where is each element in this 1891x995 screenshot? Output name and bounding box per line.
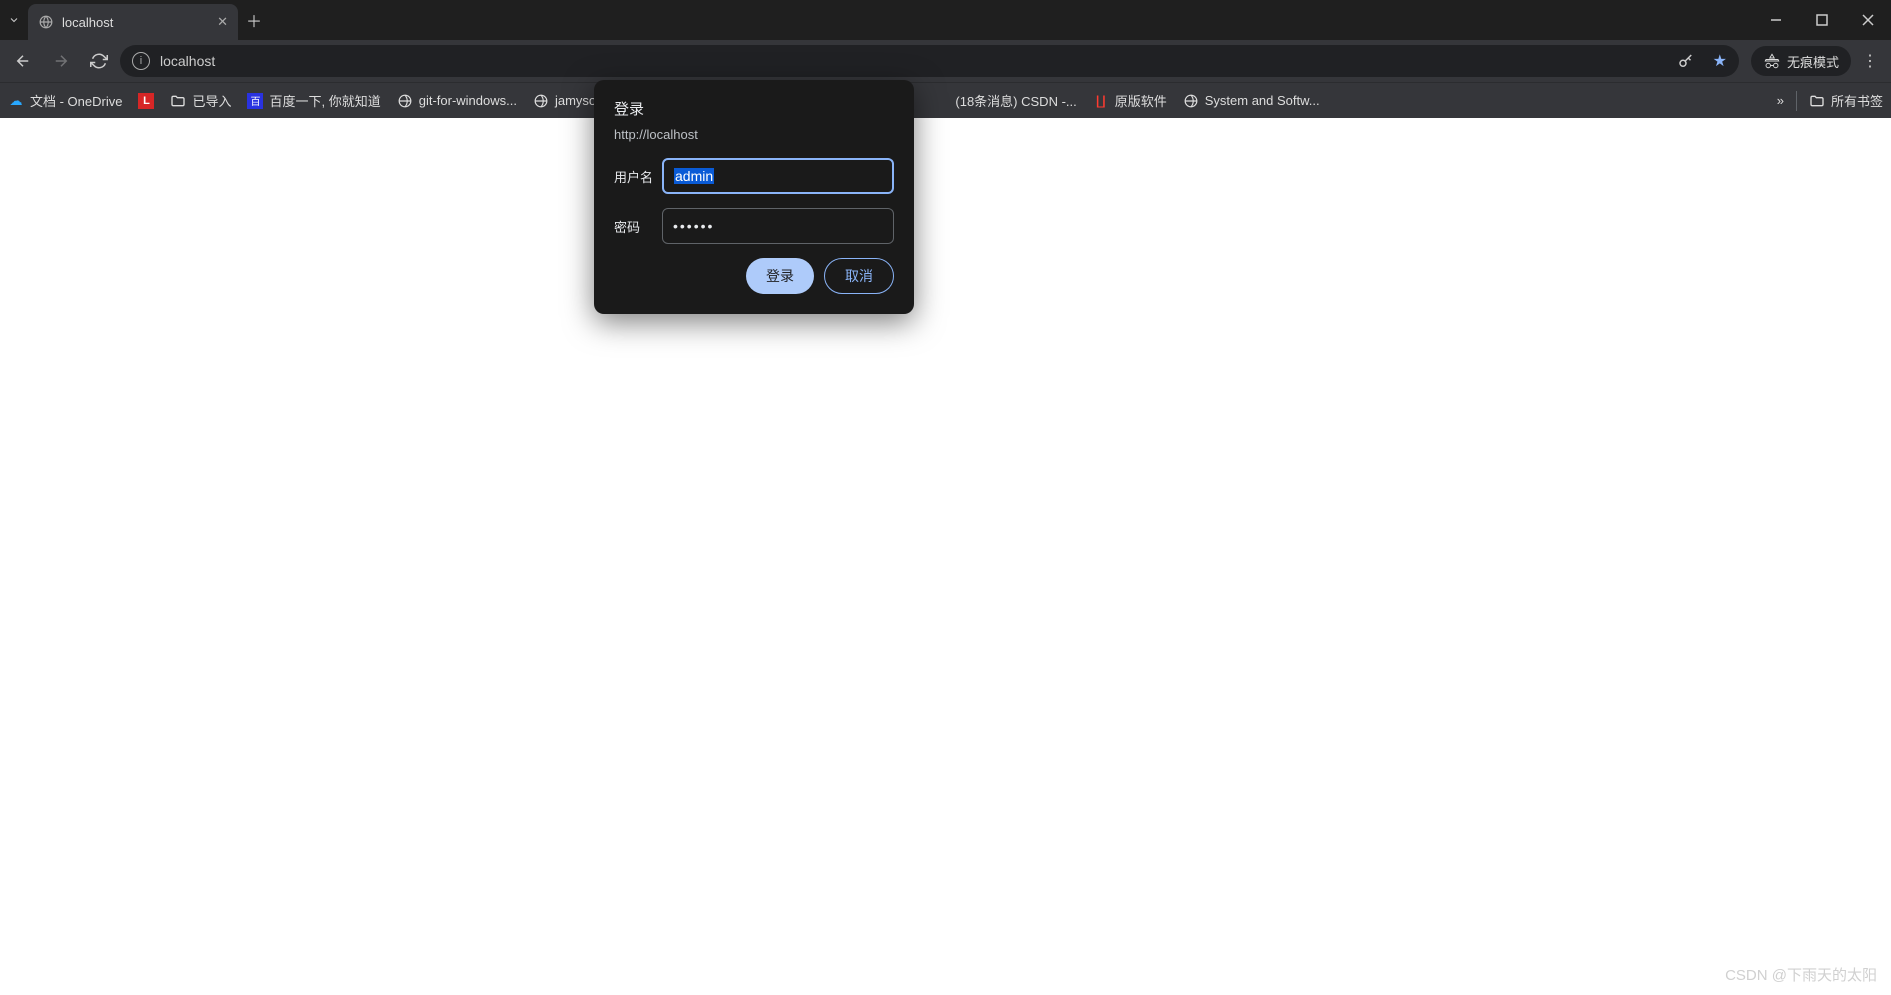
bookmark-item[interactable]: 百 百度一下, 你就知道 bbox=[247, 91, 380, 110]
signin-label: 登录 bbox=[766, 266, 794, 286]
incognito-label: 无痕模式 bbox=[1787, 52, 1839, 71]
bookmark-label: 百度一下, 你就知道 bbox=[269, 91, 380, 110]
incognito-icon bbox=[1763, 52, 1781, 70]
red-l-icon: L bbox=[138, 93, 154, 109]
itellyou-icon: ∐ bbox=[1093, 93, 1109, 109]
bookmark-item[interactable]: (18条消息) CSDN -... bbox=[955, 91, 1076, 110]
bookmark-item[interactable]: L bbox=[138, 93, 154, 109]
bookmark-item[interactable]: System and Softw... bbox=[1183, 93, 1320, 109]
bookmark-label: git-for-windows... bbox=[419, 93, 517, 108]
bookmark-label: 已导入 bbox=[192, 91, 231, 110]
site-info-icon[interactable]: i bbox=[132, 52, 150, 70]
bookmark-label: 原版软件 bbox=[1115, 91, 1167, 110]
username-input[interactable]: admin bbox=[662, 158, 894, 194]
password-label: 密码 bbox=[614, 217, 662, 236]
close-window-button[interactable] bbox=[1845, 0, 1891, 40]
signin-button[interactable]: 登录 bbox=[746, 258, 814, 294]
close-tab-button[interactable]: ✕ bbox=[217, 14, 228, 30]
window-controls bbox=[1753, 0, 1891, 40]
onedrive-icon: ☁ bbox=[8, 93, 24, 109]
username-value: admin bbox=[674, 168, 714, 184]
maximize-button[interactable] bbox=[1799, 0, 1845, 40]
http-auth-dialog: 登录 http://localhost 用户名 admin 密码 •••••• … bbox=[594, 80, 914, 314]
watermark: CSDN @下雨天的太阳 bbox=[1725, 964, 1877, 985]
bookmark-label: System and Softw... bbox=[1205, 93, 1320, 108]
tab-title: localhost bbox=[62, 15, 113, 30]
chrome-menu-button[interactable]: ⋮ bbox=[1855, 51, 1885, 71]
password-value: •••••• bbox=[673, 218, 714, 234]
back-button[interactable] bbox=[6, 44, 40, 78]
all-bookmarks-label: 所有书签 bbox=[1831, 91, 1883, 110]
bookmark-item[interactable]: ☁ 文档 - OneDrive bbox=[8, 91, 122, 110]
folder-icon bbox=[170, 93, 186, 109]
browser-tab[interactable]: localhost ✕ bbox=[28, 4, 238, 40]
globe-icon bbox=[397, 93, 413, 109]
bookmark-star-icon[interactable]: ★ bbox=[1713, 51, 1727, 71]
bookmark-folder[interactable]: 已导入 bbox=[170, 91, 231, 110]
bookmarks-bar: ☁ 文档 - OneDrive L 已导入 百 百度一下, 你就知道 git-f… bbox=[0, 82, 1891, 118]
cancel-button[interactable]: 取消 bbox=[824, 258, 894, 294]
forward-button[interactable] bbox=[44, 44, 78, 78]
minimize-button[interactable] bbox=[1753, 0, 1799, 40]
password-key-icon[interactable] bbox=[1677, 52, 1695, 70]
globe-icon bbox=[38, 14, 54, 30]
bookmark-item[interactable]: ∐ 原版软件 bbox=[1093, 91, 1167, 110]
separator bbox=[1796, 91, 1797, 111]
baidu-icon: 百 bbox=[247, 93, 263, 109]
globe-icon bbox=[1183, 93, 1199, 109]
bookmark-item[interactable]: git-for-windows... bbox=[397, 93, 517, 109]
bookmark-item[interactable]: jamyson bbox=[533, 93, 603, 109]
globe-icon bbox=[533, 93, 549, 109]
url-text: localhost bbox=[160, 53, 215, 69]
bookmarks-overflow-button[interactable]: » bbox=[1777, 93, 1784, 108]
bookmark-label: (18条消息) CSDN -... bbox=[955, 91, 1076, 110]
password-input[interactable]: •••••• bbox=[662, 208, 894, 244]
incognito-indicator[interactable]: 无痕模式 bbox=[1751, 46, 1851, 76]
cancel-label: 取消 bbox=[845, 266, 873, 286]
dialog-origin: http://localhost bbox=[614, 127, 894, 142]
all-bookmarks-button[interactable]: 所有书签 bbox=[1809, 91, 1883, 110]
new-tab-button[interactable]: ＋ bbox=[238, 8, 270, 32]
reload-button[interactable] bbox=[82, 44, 116, 78]
address-bar[interactable]: i localhost ★ bbox=[120, 45, 1739, 77]
toolbar: i localhost ★ 无痕模式 ⋮ bbox=[0, 40, 1891, 82]
folder-icon bbox=[1809, 93, 1825, 109]
tab-search-button[interactable] bbox=[0, 0, 28, 40]
page-content bbox=[0, 118, 1891, 995]
titlebar: localhost ✕ ＋ bbox=[0, 0, 1891, 40]
bookmark-label: 文档 - OneDrive bbox=[30, 91, 122, 110]
dialog-title: 登录 bbox=[614, 98, 894, 119]
username-label: 用户名 bbox=[614, 167, 662, 186]
